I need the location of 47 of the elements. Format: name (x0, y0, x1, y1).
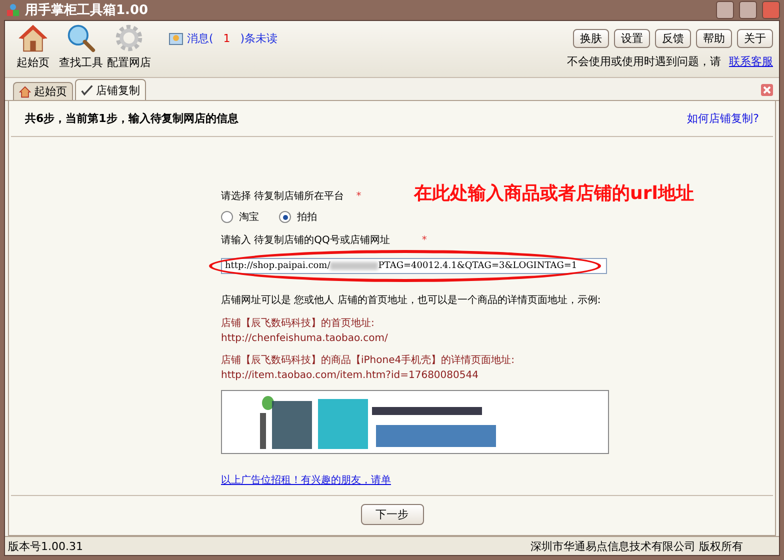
tab[interactable]: 起始页 (13, 82, 73, 100)
app-icon (6, 3, 20, 17)
radio-label[interactable]: 拍拍 (297, 210, 317, 224)
toolbar-button[interactable]: 关于 (737, 29, 773, 48)
minimize-button[interactable] (716, 1, 734, 19)
field-label: 请输入 待复制店铺的QQ号或店铺网址 (221, 234, 390, 247)
house-icon (19, 86, 31, 98)
help-link[interactable]: 如何店铺复制? (687, 111, 759, 126)
toolbar-label[interactable]: 配置网店 (107, 55, 151, 70)
example-url: http://item.taobao.com/item.htm?id=17680080544 (221, 370, 480, 381)
gear-icon (114, 23, 144, 53)
window-title: 用手掌柜工具箱1.00 (25, 2, 150, 19)
toolbar-label[interactable]: 起始页 (16, 55, 50, 70)
example-label: 店铺【辰飞数码科技】的商品【iPhone4手机壳】的详情页面地址: (221, 354, 516, 367)
close-icon[interactable] (761, 84, 773, 96)
maximize-button[interactable] (739, 1, 757, 19)
toolbar-button[interactable]: 设置 (614, 29, 650, 48)
pencil-check-icon (81, 84, 93, 96)
step-header: 共6步，当前第1步，输入待复制网店的信息 (25, 111, 238, 126)
note-text: 店铺网址可以是 您或他人 店铺的首页地址，也可以是一个商品的详情页面地址，示例: (221, 294, 602, 307)
toolbar-button[interactable]: 换肤 (573, 29, 609, 48)
version-text: 版本号1.00.31 (8, 538, 83, 554)
house-icon (18, 23, 48, 53)
radio-button[interactable] (221, 211, 233, 223)
radio-button[interactable] (279, 211, 291, 223)
example-label: 店铺【辰飞数码科技】的首页地址: (221, 316, 376, 330)
help-text: 不会使用或使用时遇到问题，请 (567, 54, 721, 69)
message-label[interactable]: )条未读 (240, 31, 278, 46)
radio-label[interactable]: 淘宝 (239, 210, 259, 224)
field-label: 请选择 待复制店铺所在平台 (221, 190, 344, 203)
next-button[interactable]: 下一步 (360, 504, 424, 525)
url-input-field[interactable]: http://shop.paipai.com/ PTAG=40012.4.1&QTAG=3&LOGINTAG=1 (221, 258, 607, 274)
search-icon (66, 23, 96, 53)
required-mark: * (422, 234, 427, 246)
required-mark: * (356, 190, 362, 202)
tab[interactable]: 店铺复制 (75, 79, 146, 100)
example-url: http://chenfeishuma.taobao.com/ (221, 333, 389, 344)
close-button[interactable] (762, 1, 780, 19)
ad-link[interactable]: 以上广告位招租！有兴趣的朋友，请单 (221, 473, 611, 487)
unread-count: 1 (222, 32, 232, 45)
contact-link[interactable]: 联系客服 (729, 54, 773, 69)
annotation-text: 在此处输入商品或者店铺的url地址 (414, 182, 694, 205)
toolbar-button[interactable]: 反馈 (655, 29, 691, 48)
copyright-text: 深圳市华通易点信息技术有限公司 版权所有 (530, 538, 743, 554)
message-label[interactable]: 消息( (187, 31, 214, 46)
toolbar-label[interactable]: 查找工具 (59, 55, 103, 70)
toolbar-button[interactable]: 帮助 (696, 29, 732, 48)
